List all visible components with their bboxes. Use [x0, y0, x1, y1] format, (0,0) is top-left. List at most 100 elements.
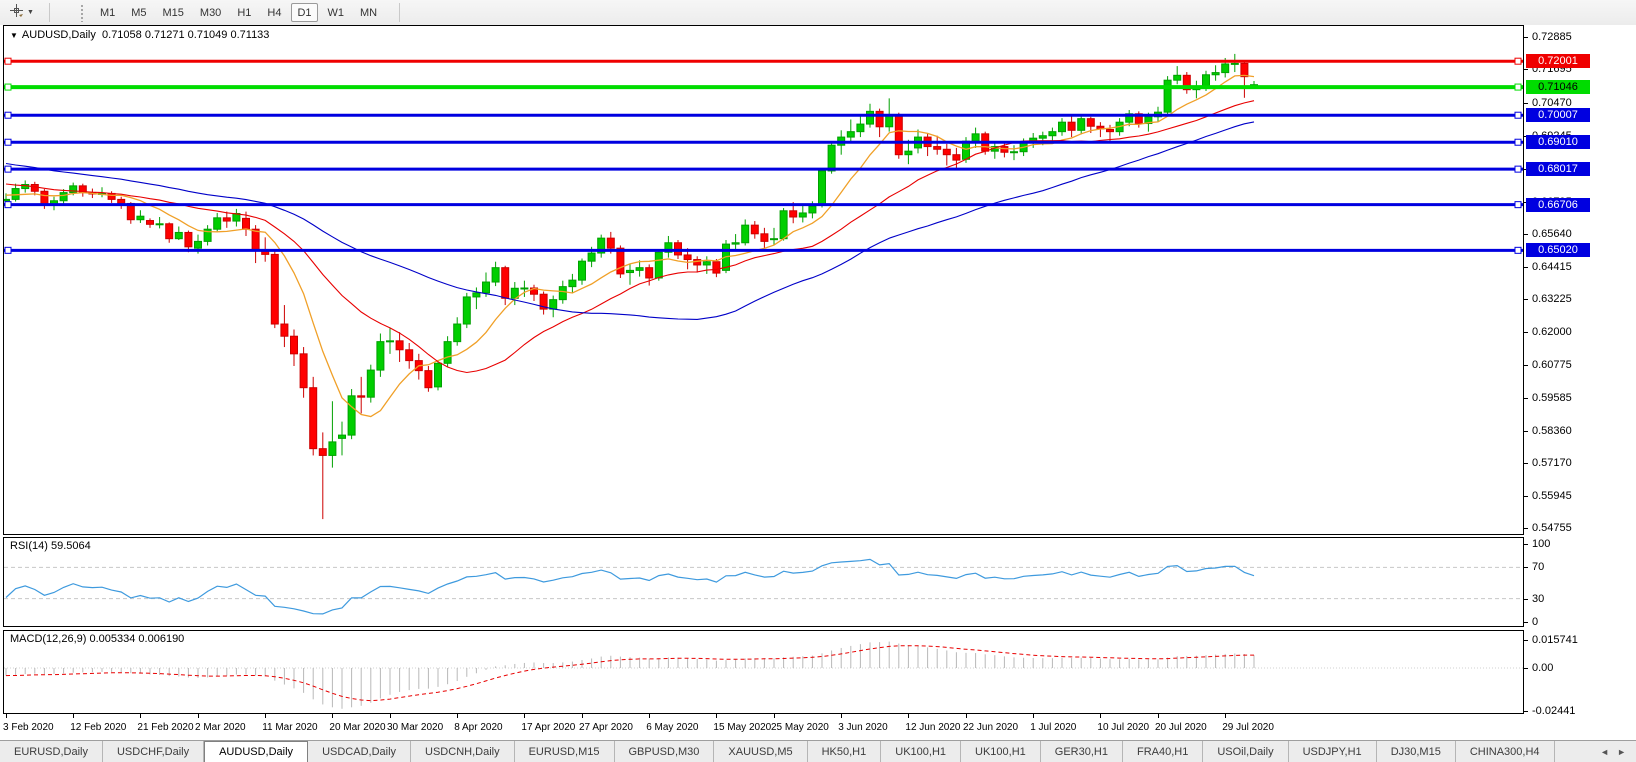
date-tick — [332, 714, 333, 718]
price-tick-label: 0.63225 — [1532, 293, 1572, 305]
date-tick-label: 20 Mar 2020 — [329, 722, 385, 733]
macd-plot[interactable] — [4, 631, 1523, 713]
line-handle-right[interactable] — [1515, 247, 1521, 253]
triangle-down-icon[interactable]: ▼ — [10, 31, 18, 40]
rsi-panel[interactable]: RSI(14) 59.5064 — [3, 537, 1524, 627]
timeframe-button-m1[interactable]: M1 — [94, 3, 121, 22]
price-tick-label: 0.62000 — [1532, 326, 1572, 338]
date-tick-label: 29 Jul 2020 — [1222, 722, 1274, 733]
date-tick-label: 11 Mar 2020 — [262, 722, 317, 733]
macd-axis-tick — [1524, 711, 1528, 712]
timeframe-button-h4[interactable]: H4 — [261, 3, 287, 22]
date-tick — [582, 714, 583, 718]
line-handle-left[interactable] — [5, 58, 11, 64]
chart-tab-dj30-m15[interactable]: DJ30,M15 — [1377, 741, 1456, 762]
chart-tab-ger30-h1[interactable]: GER30,H1 — [1041, 741, 1123, 762]
price-tick — [1524, 398, 1528, 399]
timeframe-button-m5[interactable]: M5 — [125, 3, 152, 22]
rsi-axis-label: 100 — [1532, 538, 1550, 550]
chart-tab-audusd-daily[interactable]: AUDUSD,Daily — [204, 741, 308, 762]
toolbar-drag-handle[interactable] — [80, 4, 84, 22]
chart-tab-hk50-h1[interactable]: HK50,H1 — [808, 741, 882, 762]
line-handle-left[interactable] — [5, 112, 11, 118]
chart-tab-fra40-h1[interactable]: FRA40,H1 — [1123, 741, 1203, 762]
line-handle-right[interactable] — [1515, 58, 1521, 64]
rsi-plot[interactable] — [4, 538, 1523, 626]
date-tick — [908, 714, 909, 718]
date-tick-label: 2 Mar 2020 — [195, 722, 246, 733]
chart-tab-uk100-h1[interactable]: UK100,H1 — [961, 741, 1041, 762]
chart-tab-usdchf-daily[interactable]: USDCHF,Daily — [103, 741, 204, 762]
chart-ohlc-values: 0.71058 0.71271 0.71049 0.71133 — [102, 29, 269, 41]
date-tick — [966, 714, 967, 718]
price-badge-0.66706: 0.66706 — [1526, 198, 1590, 212]
date-axis[interactable]: 3 Feb 202012 Feb 202021 Feb 20202 Mar 20… — [0, 714, 1636, 740]
line-handle-left[interactable] — [5, 166, 11, 172]
price-tick-label: 0.54755 — [1532, 522, 1572, 534]
date-tick-label: 25 May 2020 — [771, 722, 829, 733]
line-handle-left[interactable] — [5, 247, 11, 253]
chart-tab-china300-h4[interactable]: CHINA300,H4 — [1456, 741, 1555, 762]
price-axis[interactable]: 0.728850.716950.704700.692450.680200.667… — [1524, 25, 1636, 714]
main-chart-panel[interactable]: ▼AUDUSD,Daily 0.71058 0.71271 0.71049 0.… — [3, 25, 1524, 535]
chevron-down-icon[interactable]: ▼ — [27, 9, 34, 16]
timeframe-button-m30[interactable]: M30 — [194, 3, 227, 22]
chart-tab-eurusd-daily[interactable]: EURUSD,Daily — [0, 741, 103, 762]
line-handle-left[interactable] — [5, 202, 11, 208]
chart-tab-usdcnh-daily[interactable]: USDCNH,Daily — [411, 741, 515, 762]
chart-tab-usdcad-daily[interactable]: USDCAD,Daily — [308, 741, 411, 762]
date-tick-label: 17 Apr 2020 — [521, 722, 575, 733]
price-badge-0.70007: 0.70007 — [1526, 108, 1590, 122]
rsi-name: RSI(14) — [10, 540, 48, 552]
line-handle-right[interactable] — [1515, 112, 1521, 118]
date-tick-label: 10 Jul 2020 — [1097, 722, 1149, 733]
line-handle-left[interactable] — [5, 84, 11, 90]
rsi-axis-tick — [1524, 544, 1528, 545]
date-tick-label: 15 May 2020 — [713, 722, 771, 733]
chart-tab-gbpusd-m30[interactable]: GBPUSD,M30 — [615, 741, 715, 762]
price-badge-0.65020: 0.65020 — [1526, 243, 1590, 257]
rsi-label: RSI(14) 59.5064 — [10, 540, 91, 552]
line-handle-right[interactable] — [1515, 84, 1521, 90]
date-tick — [1033, 714, 1034, 718]
date-tick-label: 22 Jun 2020 — [963, 722, 1018, 733]
timeframe-button-m15[interactable]: M15 — [157, 3, 190, 22]
timeframe-button-h1[interactable]: H1 — [231, 3, 257, 22]
date-tick — [265, 714, 266, 718]
line-handle-left[interactable] — [5, 139, 11, 145]
timeframe-button-mn[interactable]: MN — [354, 3, 383, 22]
price-tick-label: 0.60775 — [1532, 359, 1572, 371]
tab-scroll-left-icon[interactable]: ◄ — [1600, 747, 1609, 757]
rsi-value: 59.5064 — [51, 540, 91, 552]
crosshair-icon — [9, 3, 24, 23]
timeframe-button-w1[interactable]: W1 — [322, 3, 351, 22]
chart-tab-usoil-daily[interactable]: USOil,Daily — [1203, 741, 1288, 762]
candlestick-chart[interactable] — [4, 26, 1523, 534]
tab-scroll-right-icon[interactable]: ► — [1617, 747, 1626, 757]
price-badge-0.72001: 0.72001 — [1526, 54, 1590, 68]
date-tick — [649, 714, 650, 718]
toolbar-separator-2 — [399, 3, 400, 22]
chart-tab-eurusd-m15[interactable]: EURUSD,M15 — [515, 741, 615, 762]
price-tick — [1524, 69, 1528, 70]
line-handle-right[interactable] — [1515, 139, 1521, 145]
trading-terminal: ▼ M1M5M15M30H1H4D1W1MN ▼AUDUSD,Daily 0.7… — [0, 0, 1636, 762]
rsi-axis-label: 0 — [1532, 616, 1538, 628]
tab-scroll-controls: ◄► — [1590, 741, 1636, 762]
chart-tab-uk100-h1[interactable]: UK100,H1 — [881, 741, 961, 762]
macd-panel[interactable]: MACD(12,26,9) 0.005334 0.006190 — [3, 630, 1524, 714]
rsi-axis-tick — [1524, 567, 1528, 568]
chart-ohlc-title: ▼AUDUSD,Daily 0.71058 0.71271 0.71049 0.… — [10, 29, 269, 41]
macd-axis-label: 0.00 — [1532, 662, 1553, 674]
date-tick-label: 8 Apr 2020 — [454, 722, 502, 733]
price-tick — [1524, 496, 1528, 497]
line-handle-right[interactable] — [1515, 166, 1521, 172]
drawing-tool-button[interactable]: ▼ — [4, 0, 39, 26]
date-tick-label: 27 Apr 2020 — [579, 722, 633, 733]
toolbar-separator — [49, 3, 50, 22]
timeframe-button-d1[interactable]: D1 — [291, 3, 317, 22]
chart-tab-xauusd-m5[interactable]: XAUUSD,M5 — [714, 741, 807, 762]
line-handle-right[interactable] — [1515, 202, 1521, 208]
date-tick — [73, 714, 74, 718]
chart-tab-usdjpy-h1[interactable]: USDJPY,H1 — [1289, 741, 1377, 762]
